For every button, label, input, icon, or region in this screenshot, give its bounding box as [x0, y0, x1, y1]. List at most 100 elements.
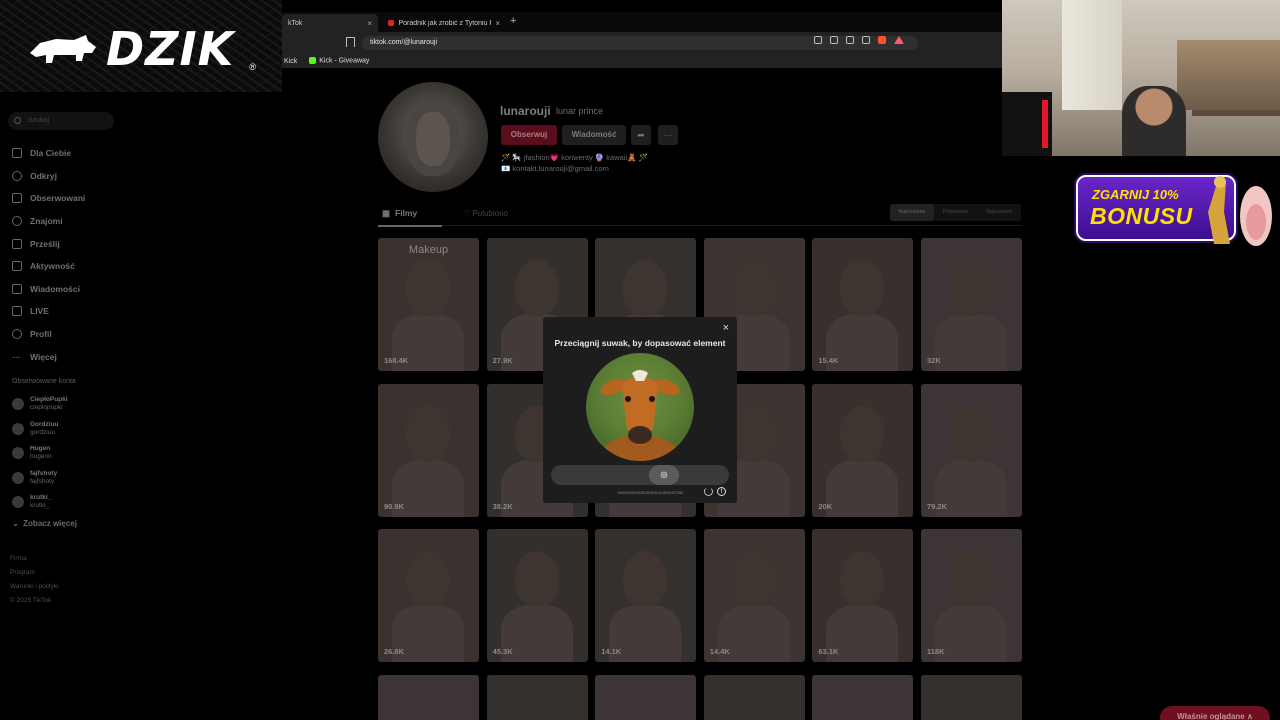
video-thumbnail[interactable]: 14.4K	[703, 529, 805, 662]
extension-icon[interactable]	[814, 36, 822, 44]
sort-newest[interactable]: Najnowsze	[890, 204, 934, 221]
share-icon: ➦	[637, 130, 645, 140]
video-thumbnail[interactable]: 32K	[921, 238, 1022, 371]
sidebar-item-upload[interactable]: Prześlij	[12, 232, 85, 255]
sidebar-item-explore[interactable]: Odkryj	[12, 165, 85, 188]
sidebar-item-live[interactable]: LIVE	[12, 300, 85, 323]
footer-link[interactable]: Firma	[10, 552, 59, 566]
sort-oldest[interactable]: Najstarsze	[977, 204, 1021, 221]
bio-line: 🪄 🎠 jfashion💗 konwenty 🔮 kawaii🧸 🪄	[501, 153, 648, 162]
captcha-modal: × Przeciągnij suwak, by dopasować elemen…	[543, 317, 737, 503]
tab-videos[interactable]: ▦ Filmy	[378, 208, 418, 218]
video-thumbnail[interactable]	[378, 674, 479, 720]
view-count: 27.9K	[492, 356, 513, 365]
sort-popular[interactable]: Popularne	[934, 204, 978, 221]
refresh-icon[interactable]	[704, 487, 713, 496]
tab-liked[interactable]: ♡ Polubiono	[463, 209, 508, 218]
bookmark-kick[interactable]: Kick	[284, 58, 297, 65]
view-count: 168.4K	[384, 356, 409, 365]
video-thumbnail[interactable]	[486, 674, 588, 720]
search-icon	[14, 117, 21, 124]
following-account[interactable]: CiepłoPupki cieplopupki	[12, 392, 68, 417]
sidebar-item-more[interactable]: ··· Więcej	[12, 345, 85, 368]
account-handle: krutki_	[30, 502, 50, 510]
video-thumbnail[interactable]: 26.8K	[378, 529, 479, 662]
home-icon	[12, 148, 22, 159]
following-account[interactable]: fajfshoty fajfshoty	[12, 466, 68, 491]
video-thumbnail[interactable]: 20K	[812, 383, 914, 517]
sidebar-item-label: Prześlij	[30, 238, 60, 249]
avatar	[12, 398, 24, 411]
watching-now-button[interactable]: Właśnie oglądane ∧	[1160, 706, 1270, 720]
footer-link[interactable]: Warunki i polityki	[10, 580, 59, 594]
sidebar-item-profile[interactable]: Profil	[12, 323, 85, 346]
tiktok-sidebar: Szukaj Dla Ciebie Odkryj Obserwowani Zna…	[0, 92, 130, 720]
new-tab-button[interactable]: +	[510, 15, 516, 27]
video-thumbnail[interactable]: 14.1K	[595, 529, 697, 662]
captcha-slider-handle[interactable]: ⊛	[649, 465, 679, 485]
see-more-button[interactable]: ⌄ Zobacz więcej	[12, 519, 77, 528]
thumbnail-subject	[623, 551, 668, 607]
browser-tab-strip: kTok × Poradnik jak zrobić z Tytoniu PS …	[282, 12, 1002, 32]
video-thumbnail[interactable]: 118K	[921, 529, 1022, 662]
sidebar-nav: Dla Ciebie Odkryj Obserwowani Znajomi Pr…	[12, 142, 85, 368]
registered-mark: ®	[249, 62, 256, 72]
grid-icon: ▦	[382, 208, 391, 218]
sidebar-item-for-you[interactable]: Dla Ciebie	[12, 142, 85, 165]
video-thumbnail[interactable]: 79.2K	[921, 383, 1022, 517]
video-thumbnail[interactable]: 90.9K	[378, 383, 479, 517]
bookmark-kick-giveaway[interactable]: Kick - Giveaway	[309, 57, 369, 65]
tab-tiktok[interactable]: kTok ×	[282, 14, 378, 32]
video-thumbnail[interactable]	[595, 674, 697, 720]
video-thumbnail[interactable]	[812, 674, 914, 720]
bonus-line-1: ZGARNIJ 10%	[1092, 187, 1179, 202]
close-icon[interactable]: ×	[495, 19, 500, 28]
sidebar-item-activity[interactable]: Aktywność	[12, 255, 85, 278]
search-input[interactable]: Szukaj	[8, 112, 114, 130]
captcha-slider-track[interactable]: ⊛	[551, 465, 729, 485]
sidebar-item-label: Profil	[30, 329, 52, 340]
close-icon[interactable]: ×	[723, 322, 729, 334]
brave-rewards-icon[interactable]	[894, 36, 904, 44]
sidebar-item-following[interactable]: Obserwowani	[12, 187, 85, 210]
follow-button[interactable]: Obserwuj	[501, 125, 557, 145]
message-button[interactable]: Wiadomość	[562, 125, 626, 145]
stream-frame: DZIK ® kTok × Poradnik jak zrobić z Tyto…	[0, 0, 1280, 720]
upload-icon	[12, 238, 22, 249]
bonus-line-2: BONUSU	[1090, 203, 1193, 229]
drag-icon: ⊛	[659, 469, 669, 481]
account-name: fajfshoty	[30, 469, 58, 477]
video-thumbnail[interactable]: Makeup 168.4K	[378, 238, 479, 371]
brave-shield-icon[interactable]	[878, 36, 886, 44]
thumbnail-subject	[514, 260, 559, 316]
following-account[interactable]: Gordziuu gordziuu	[12, 417, 68, 442]
translate-icon[interactable]	[846, 36, 854, 44]
video-thumbnail[interactable]: 63.1K	[812, 529, 914, 662]
screen-icon[interactable]	[830, 36, 838, 44]
share-icon[interactable]	[862, 36, 870, 44]
sidebar-item-messages[interactable]: Wiadomości	[12, 278, 85, 301]
share-button[interactable]: ➦	[631, 125, 651, 145]
bookmarks-bar: Kick Kick - Giveaway	[282, 54, 1002, 68]
video-thumbnail[interactable]	[703, 674, 805, 720]
compass-icon	[12, 170, 22, 181]
more-button[interactable]: ···	[658, 125, 678, 145]
close-icon[interactable]: ×	[367, 19, 372, 28]
sidebar-item-friends[interactable]: Znajomi	[12, 210, 85, 233]
avatar	[12, 447, 24, 460]
video-thumbnail[interactable]: 45.3K	[486, 529, 588, 662]
info-icon[interactable]: !	[717, 487, 726, 496]
sidebar-item-label: Więcej	[30, 351, 57, 362]
following-account[interactable]: Hugen hugenn	[12, 441, 68, 466]
video-thumbnail[interactable]	[921, 674, 1022, 720]
bookmark-icon[interactable]	[346, 37, 355, 47]
tab-youtube[interactable]: Poradnik jak zrobić z Tytoniu PS czar ×	[382, 14, 506, 32]
video-thumbnail[interactable]: 15.4K	[812, 238, 914, 371]
thumbnail-caption: Makeup	[408, 244, 449, 256]
webcam-shelf	[1192, 110, 1280, 116]
footer-link[interactable]: Program	[10, 566, 59, 580]
following-account[interactable]: krutki_ krutki_	[12, 490, 68, 515]
avatar	[12, 471, 24, 484]
account-name: Hugen	[30, 445, 51, 453]
webcam-pc	[1002, 92, 1052, 156]
